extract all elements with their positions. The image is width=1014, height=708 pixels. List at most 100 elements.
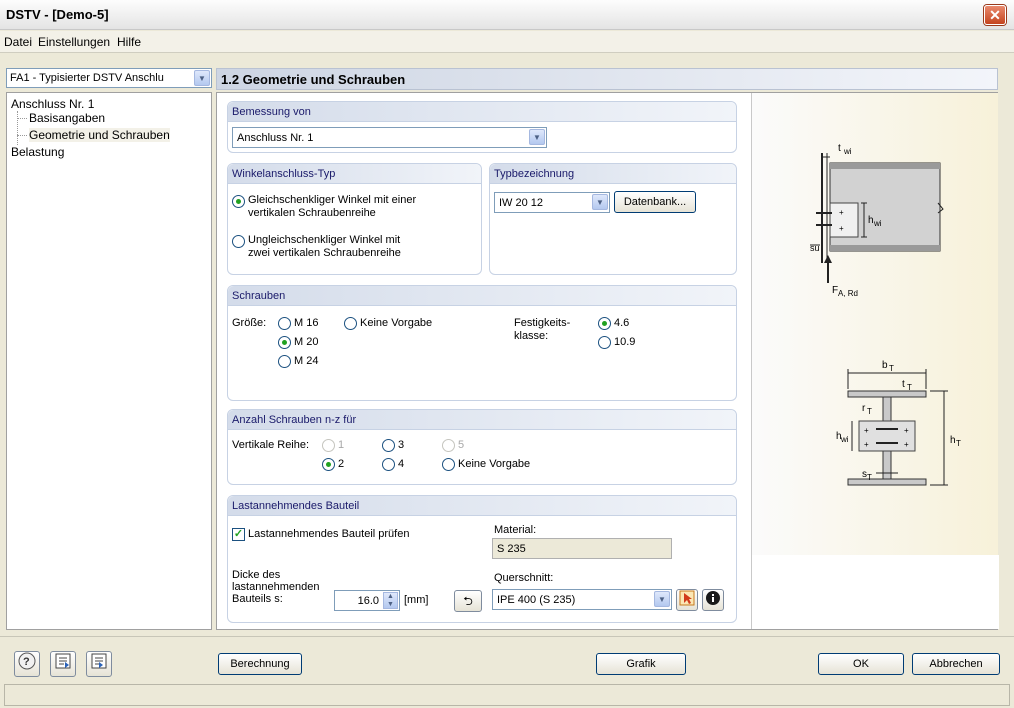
label-bt-sub: T [889,364,894,373]
graphic-panel: + + t wi h wi su F A, Rd + + + + b T t T… [751,93,999,629]
size-none-label: Keine Vorgabe [360,317,433,329]
tree-item-anschluss[interactable]: Anschluss Nr. 1 [11,97,94,111]
n5-radio[interactable] [442,439,455,452]
n5-label: 5 [458,439,465,451]
svg-text:+: + [904,440,909,449]
querschnitt-select[interactable]: IPE 400 (S 235) ▼ [492,589,672,610]
n3-label: 3 [398,439,405,451]
spinner-icon[interactable]: ▲ ▼ [383,592,398,609]
dicke-input[interactable]: 16.0 ▲ ▼ [334,590,400,611]
label-hwi2-sub: wi [840,435,849,444]
close-icon[interactable]: ✕ [984,5,1006,25]
label-su: su [810,243,820,253]
n2-label: 2 [338,458,345,470]
dicke-label-3: Bauteils s: [232,593,283,605]
reset-icon[interactable]: ⮌ [454,590,482,612]
select-cursor-icon[interactable] [676,589,698,611]
winkel-option-2-label-2: zwei vertikalen Schraubenreihe [248,247,401,259]
group-header: Anzahl Schrauben n-z für [228,410,736,430]
tree-item-geometrie[interactable]: Geometrie und Schrauben [29,128,170,142]
class-109-label: 10.9 [614,336,636,348]
class-46-radio[interactable] [598,317,611,330]
menu-bar: Datei Einstellungen Hilfe [0,31,1014,53]
bemessung-value: Anschluss Nr. 1 [237,132,314,144]
dicke-unit: [mm] [404,594,429,606]
tree-item-belastung[interactable]: Belastung [11,145,64,159]
tree-line [17,135,27,136]
typ-select[interactable]: IW 20 12 ▼ [494,192,610,213]
dicke-label-2: lastannehmenden [232,581,320,593]
side-view-drawing: + + [810,153,944,283]
svg-text:+: + [904,426,909,435]
winkel-option-2-label: Ungleichschenkliger Winkel mit [248,234,401,246]
material-value: S 235 [497,543,526,555]
group-header: Typbezeichnung [490,164,736,184]
window-title: DSTV - [Demo-5] [6,7,109,22]
export-icon[interactable] [50,651,76,677]
dicke-value: 16.0 [357,595,379,607]
label-twi-sub: wi [843,147,852,156]
info-icon[interactable] [702,589,724,611]
m20-label: M 20 [294,336,319,348]
connection-diagram: + + t wi h wi su F A, Rd + + + + b T t T… [810,143,961,486]
label-rt: r [862,403,866,414]
tree-line [17,111,18,145]
n4-label: 4 [398,458,405,470]
winkel-group: Winkelanschluss-Typ Gleichschenkliger Wi… [227,163,482,275]
status-bar [4,684,1010,706]
n2-radio[interactable] [322,458,335,471]
case-select[interactable]: FA1 - Typisierter DSTV Anschlu ▼ [6,68,212,88]
bemessung-title: Bemessung von [232,106,311,118]
svg-text:+: + [864,426,869,435]
label-ht-sub: T [956,439,961,448]
m20-radio[interactable] [278,336,291,349]
chevron-down-icon[interactable]: ▼ [529,129,545,145]
group-header: Lastannehmendes Bauteil [228,496,736,516]
bottom-bar: ? Berechnung Grafik OK Abbrechen [0,636,1014,682]
chevron-down-icon[interactable]: ▼ [194,70,210,86]
content-area: Bemessung von Anschluss Nr. 1 ▼ Winkelan… [216,92,999,630]
bemessung-select[interactable]: Anschluss Nr. 1 ▼ [232,127,547,148]
querschnitt-label: Querschnitt: [494,572,554,584]
tree-item-basisangaben[interactable]: Basisangaben [29,111,105,125]
panel-title: 1.2 Geometrie und Schrauben [221,72,406,87]
svg-text:+: + [864,440,869,449]
help-icon[interactable]: ? [14,651,40,677]
menu-einstellungen[interactable]: Einstellungen [38,35,110,49]
m16-label: M 16 [294,317,319,329]
class-109-radio[interactable] [598,336,611,349]
label-hwi: h [868,215,874,226]
bauteil-check[interactable]: ✓ [232,528,245,541]
cancel-button[interactable]: Abbrechen [912,653,1000,675]
schrauben-title: Schrauben [232,290,286,302]
menu-datei[interactable]: Datei [4,35,32,49]
chevron-down-icon[interactable]: ▼ [654,591,670,607]
tree-line [17,118,27,119]
class-46-label: 4.6 [614,317,630,329]
row-label: Vertikale Reihe: [232,439,310,451]
label-bt: b [882,360,888,371]
cross-section-drawing: + + + + [847,369,948,486]
n1-radio[interactable] [322,439,335,452]
class-label: Festigkeits- [514,317,571,329]
ok-button[interactable]: OK [818,653,904,675]
datenbank-button[interactable]: Datenbank... [614,191,696,213]
size-none-radio[interactable] [344,317,357,330]
n3-radio[interactable] [382,439,395,452]
m16-radio[interactable] [278,317,291,330]
chevron-down-icon[interactable]: ▼ [592,194,608,210]
class-label-2: klasse: [514,330,549,342]
import-icon[interactable] [86,651,112,677]
bauteil-group: Lastannehmendes Bauteil ✓ Lastannehmende… [227,495,737,623]
m24-radio[interactable] [278,355,291,368]
count-none-radio[interactable] [442,458,455,471]
label-hwi-sub: wi [873,219,882,228]
n4-radio[interactable] [382,458,395,471]
winkel-option-2-radio[interactable] [232,235,245,248]
menu-hilfe[interactable]: Hilfe [117,35,141,49]
grafik-button[interactable]: Grafik [596,653,686,675]
winkel-option-1-radio[interactable] [232,195,245,208]
winkel-option-1-label-2: vertikalen Schraubenreihe [248,207,376,219]
m24-label: M 24 [294,355,319,367]
berechnung-button[interactable]: Berechnung [218,653,302,675]
